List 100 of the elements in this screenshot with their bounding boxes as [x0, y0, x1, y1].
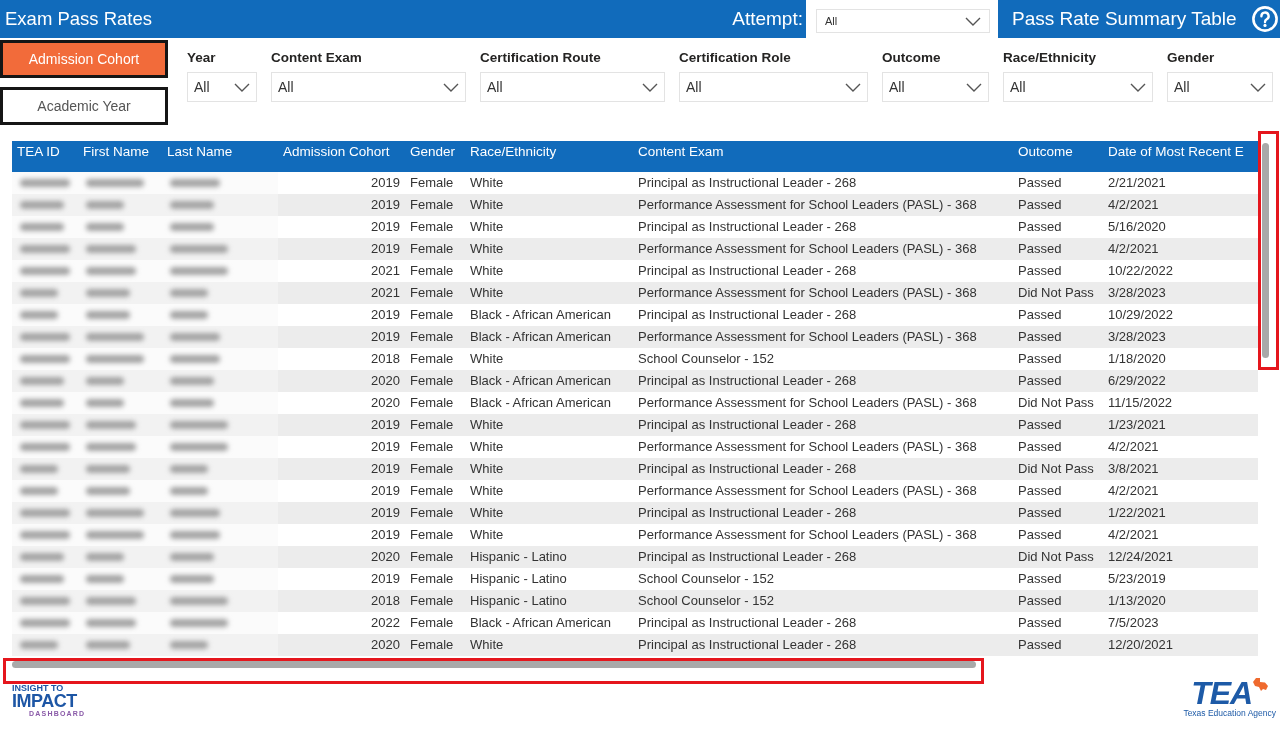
table-cell: Principal as Instructional Leader - 268 [633, 546, 1013, 568]
filter-dropdown[interactable]: All [882, 72, 989, 102]
filter-dropdown[interactable]: All [679, 72, 868, 102]
blurred-text [20, 465, 58, 473]
blurred-text [20, 399, 64, 407]
column-header[interactable]: Date of Most Recent E [1103, 141, 1258, 172]
table-cell: 2019 [278, 458, 405, 480]
filter-label: Year [187, 49, 216, 67]
blurred-text [20, 443, 70, 451]
page-title: Exam Pass Rates [5, 8, 153, 30]
table-cell: Passed [1013, 502, 1103, 524]
table-cell: Female [405, 458, 465, 480]
table-cell: 1/13/2020 [1103, 590, 1258, 612]
blurred-text [170, 443, 228, 451]
blurred-text [86, 377, 124, 385]
help-icon[interactable] [1252, 6, 1278, 32]
table-cell: Performance Assessment for School Leaders (PASL) - 368 [633, 194, 1013, 216]
table-cell: Passed [1013, 414, 1103, 436]
table-cell: Passed [1013, 326, 1103, 348]
blurred-text [86, 575, 124, 583]
table-cell: White [465, 502, 633, 524]
summary-table-button[interactable]: Pass Rate Summary Table [1012, 8, 1237, 30]
table-cell: White [465, 414, 633, 436]
blurred-text [20, 575, 64, 583]
texas-shape-icon [1253, 678, 1269, 691]
logo-wordmark: TEA [1191, 678, 1253, 708]
filter-dropdown[interactable]: All [1167, 72, 1273, 102]
chevron-down-icon [965, 16, 981, 26]
blurred-text [170, 399, 214, 407]
table-cell: Principal as Instructional Leader - 268 [633, 502, 1013, 524]
table-cell: 12/20/2021 [1103, 634, 1258, 656]
view-toggle-button[interactable]: Academic Year [0, 87, 168, 125]
table-cell: 2021 [278, 282, 405, 304]
blurred-text [20, 179, 70, 187]
column-header[interactable]: Last Name [162, 141, 278, 172]
blurred-text [86, 333, 144, 341]
table-cell: Passed [1013, 194, 1103, 216]
table-cell: White [465, 194, 633, 216]
chevron-down-icon [443, 82, 459, 92]
column-header[interactable]: First Name [78, 141, 162, 172]
horizontal-scrollbar[interactable] [12, 661, 976, 668]
blurred-text [86, 399, 124, 407]
table-cell: Passed [1013, 590, 1103, 612]
column-header[interactable]: TEA ID [12, 141, 78, 172]
table-cell: 2019 [278, 502, 405, 524]
blurred-text [20, 619, 70, 627]
table-cell: White [465, 458, 633, 480]
logo-text: INSIGHT TO [12, 684, 64, 693]
table-cell: Principal as Instructional Leader - 268 [633, 634, 1013, 656]
column-header[interactable]: Race/Ethnicity [465, 141, 633, 172]
blurred-text [20, 245, 70, 253]
column-header[interactable]: Content Exam [633, 141, 1013, 172]
filter-dropdown[interactable]: All [271, 72, 466, 102]
filter-dropdown[interactable]: All [480, 72, 665, 102]
blurred-text [20, 553, 64, 561]
blurred-text [86, 443, 136, 451]
blurred-text [86, 597, 136, 605]
chevron-down-icon [1130, 82, 1146, 92]
table-cell: School Counselor - 152 [633, 590, 1013, 612]
table-cell: Female [405, 414, 465, 436]
attempt-label: Attempt: [732, 8, 803, 30]
table-cell: 4/2/2021 [1103, 238, 1258, 260]
blurred-text [170, 421, 228, 429]
table-cell: 2020 [278, 546, 405, 568]
view-toggle-button[interactable]: Admission Cohort [0, 40, 168, 78]
table-cell: 12/24/2021 [1103, 546, 1258, 568]
blurred-text [170, 531, 220, 539]
blurred-text [170, 355, 220, 363]
blurred-text [20, 333, 70, 341]
blurred-text [170, 267, 228, 275]
blurred-text [86, 641, 130, 649]
column-header[interactable]: Admission Cohort [278, 141, 405, 172]
filter-dropdown[interactable]: All [187, 72, 257, 102]
blurred-text [86, 289, 130, 297]
column-header[interactable]: Gender [405, 141, 465, 172]
table-cell: Female [405, 590, 465, 612]
blurred-text [20, 267, 70, 275]
attempt-dropdown[interactable]: All [816, 9, 990, 33]
blurred-text [170, 289, 208, 297]
blurred-text [86, 267, 136, 275]
table-cell: Passed [1013, 634, 1103, 656]
blurred-text [20, 289, 58, 297]
filter-dropdown[interactable]: All [1003, 72, 1153, 102]
table-cell: Female [405, 634, 465, 656]
table-cell: Did Not Pass [1013, 282, 1103, 304]
blurred-text [86, 509, 144, 517]
vertical-scrollbar[interactable] [1262, 143, 1269, 358]
filter-label: Gender [1167, 49, 1215, 67]
blurred-text [20, 223, 64, 231]
table-cell: 2020 [278, 634, 405, 656]
table-cell: 6/29/2022 [1103, 370, 1258, 392]
blurred-text [170, 575, 214, 583]
blurred-text [170, 179, 220, 187]
logo-subtitle: Texas Education Agency [1183, 708, 1276, 718]
table-cell: Principal as Instructional Leader - 268 [633, 414, 1013, 436]
table-cell: Female [405, 194, 465, 216]
column-header[interactable]: Outcome [1013, 141, 1103, 172]
table-cell: Hispanic - Latino [465, 546, 633, 568]
blurred-text [170, 201, 214, 209]
blurred-text [86, 619, 136, 627]
